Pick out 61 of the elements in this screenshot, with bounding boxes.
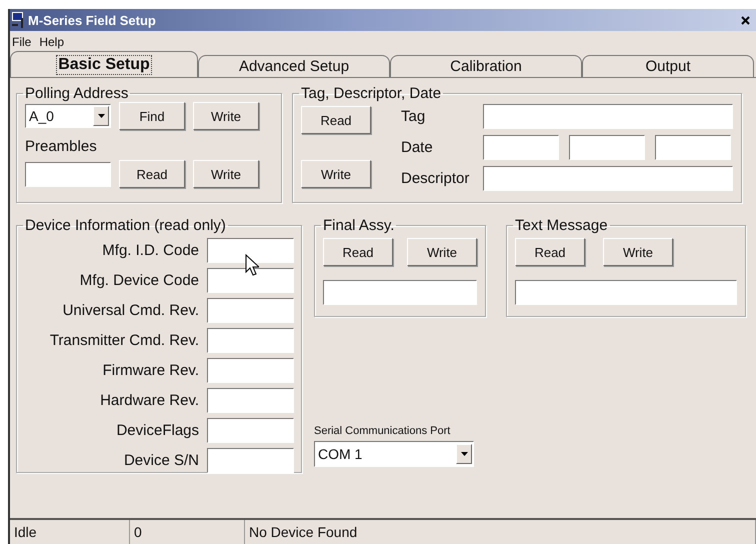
- text-field[interactable]: [483, 135, 559, 160]
- field-label: Transmitter Cmd. Rev.: [48, 332, 199, 349]
- dropdown[interactable]: COM 1: [314, 441, 474, 467]
- group-title: Text Message: [514, 217, 609, 234]
- field-label: Descriptor: [401, 170, 470, 187]
- status-panel: Idle: [10, 520, 130, 544]
- group-title: Tag, Descriptor, Date: [300, 85, 442, 102]
- menu-item[interactable]: Help: [39, 35, 64, 49]
- cursor-icon: [245, 254, 259, 276]
- text-field[interactable]: [25, 162, 111, 186]
- menu-item[interactable]: File: [12, 35, 32, 49]
- text-field[interactable]: [515, 280, 737, 305]
- text-field[interactable]: [483, 166, 733, 191]
- button[interactable]: Write: [603, 238, 673, 266]
- button[interactable]: Write: [301, 160, 371, 188]
- caret-icon: [98, 114, 104, 118]
- text-field[interactable]: [483, 104, 733, 129]
- text-field[interactable]: [207, 298, 294, 323]
- field-label: Tag: [401, 108, 426, 125]
- button[interactable]: Find: [119, 102, 185, 130]
- button[interactable]: Read: [323, 238, 393, 266]
- text-field[interactable]: [323, 280, 477, 305]
- group-title: Polling Address: [24, 85, 130, 102]
- tab[interactable]: Output: [582, 55, 754, 77]
- field-label: Universal Cmd. Rev.: [62, 302, 199, 319]
- text-field[interactable]: [207, 388, 294, 413]
- status-panel: No Device Found: [245, 520, 756, 544]
- group-title: Final Assy.: [322, 217, 396, 234]
- field-label: Device S/N: [122, 452, 199, 469]
- tab[interactable]: Calibration: [390, 55, 582, 77]
- text-field[interactable]: [207, 238, 294, 263]
- button[interactable]: Read: [515, 238, 585, 266]
- field-label: Serial Communications Port: [314, 425, 452, 437]
- close-icon: [740, 16, 750, 24]
- field-label: Firmware Rev.: [102, 362, 199, 379]
- button[interactable]: Write: [193, 102, 259, 130]
- field-label: Mfg. Device Code: [78, 272, 199, 289]
- tab[interactable]: Basic Setup: [10, 51, 198, 77]
- button[interactable]: Write: [193, 160, 259, 188]
- field-label: Preambles: [25, 138, 98, 155]
- text-field[interactable]: [569, 135, 645, 160]
- window-title: M-Series Field Setup: [28, 12, 157, 28]
- dropdown[interactable]: A_0: [25, 104, 111, 128]
- field-label: Hardware Rev.: [99, 392, 199, 409]
- field-label: Date: [401, 139, 434, 156]
- button[interactable]: Read: [301, 106, 371, 134]
- text-field[interactable]: [655, 135, 731, 160]
- app-icon: [12, 12, 26, 28]
- field-label: Mfg. I.D. Code: [101, 242, 199, 259]
- text-field[interactable]: [207, 268, 294, 293]
- group-title: Device Information (read only): [24, 217, 227, 234]
- button[interactable]: Read: [119, 160, 185, 188]
- text-field[interactable]: [207, 358, 294, 383]
- text-field[interactable]: [207, 328, 294, 353]
- text-field[interactable]: [207, 418, 294, 443]
- field-label: DeviceFlags: [115, 422, 199, 439]
- button[interactable]: Write: [407, 238, 477, 266]
- caret-icon: [460, 452, 468, 456]
- status-panel: 0: [130, 520, 245, 544]
- text-field[interactable]: [207, 448, 294, 473]
- tab[interactable]: Advanced Setup: [198, 55, 390, 77]
